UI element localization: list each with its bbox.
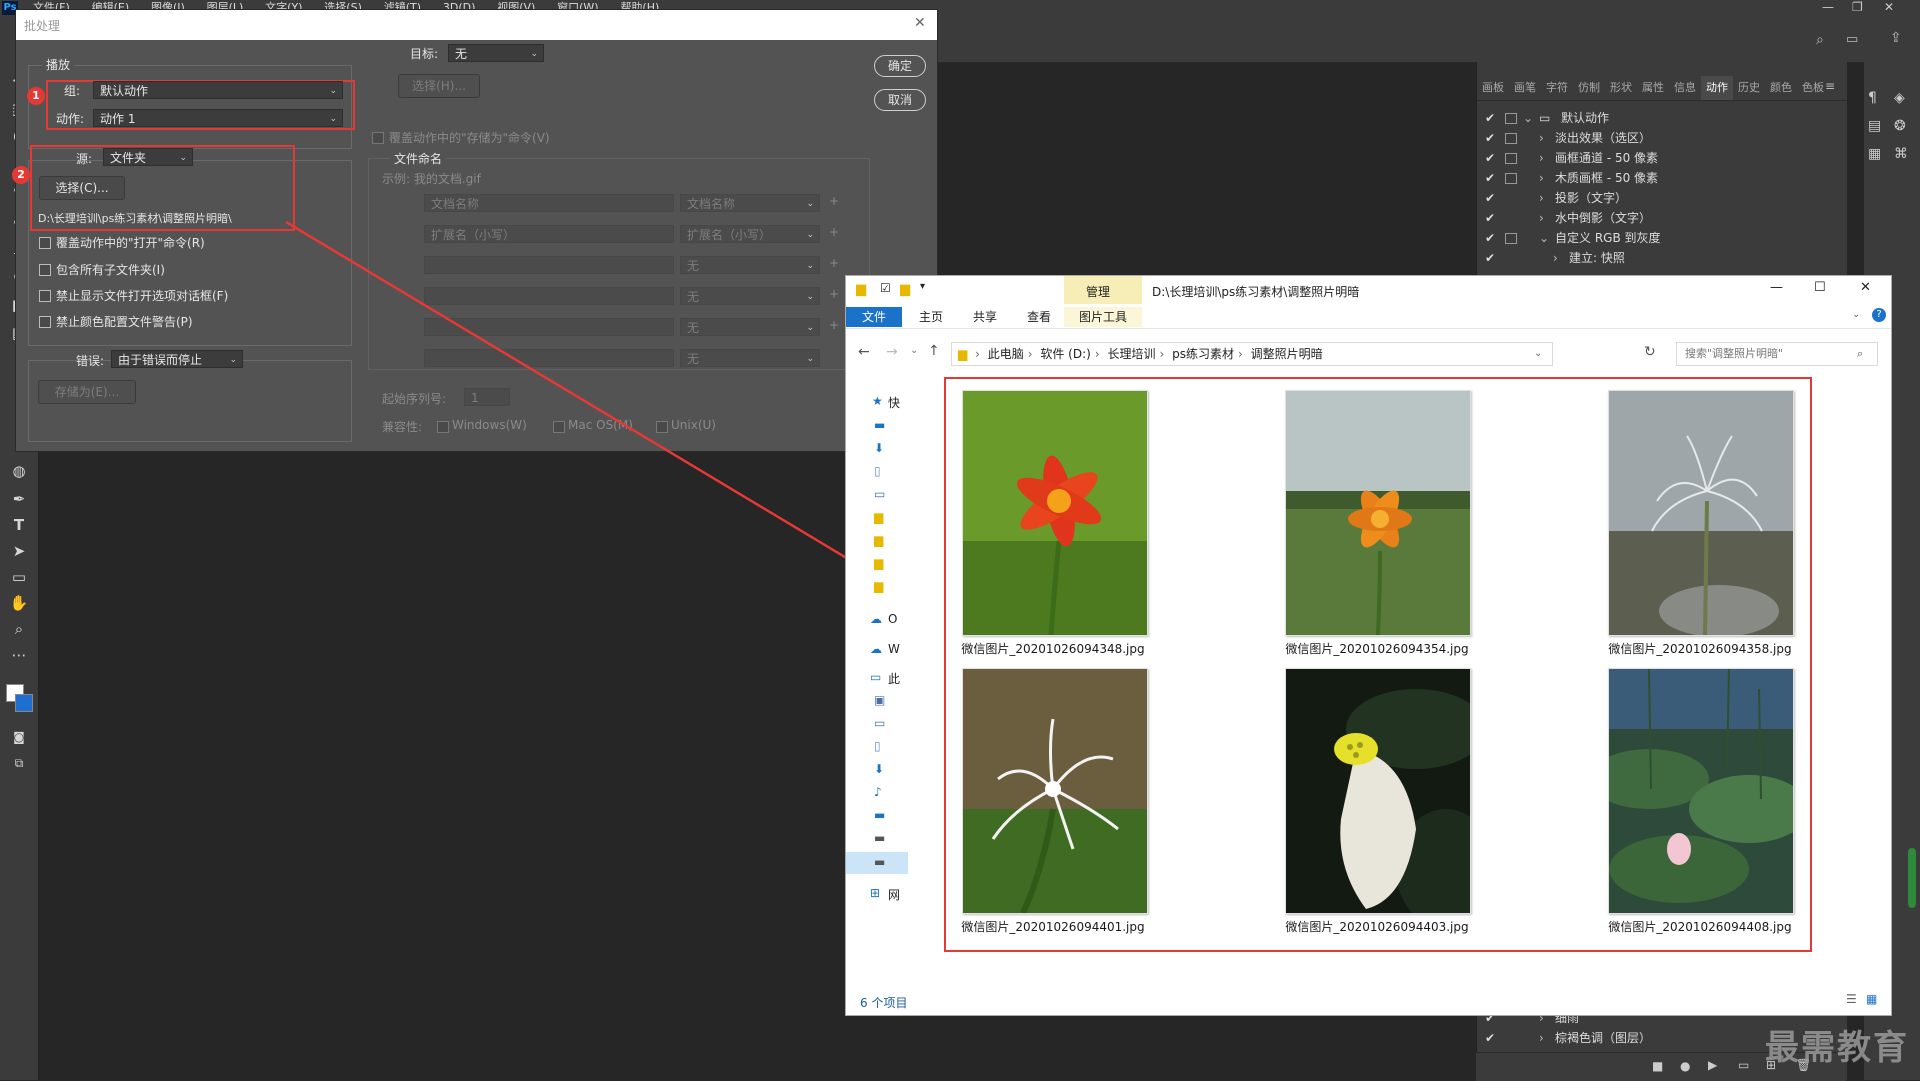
file-name-1[interactable]: 微信图片_20201026094348.jpg [928,640,1178,657]
desktop-icon[interactable]: ▬ [874,418,894,434]
file-name-2[interactable]: 微信图片_20201026094354.jpg [1252,640,1502,657]
address-row: ← → ⌄ ↑ ▆ › 此电脑 › 软件 (D:) › 长理培训 › ps练习素材 › … [846,336,1891,366]
document-icon[interactable]: ▯ [874,739,894,755]
breadcrumb-current[interactable]: 调整照片明暗 [1251,347,1323,361]
search-icon: ⌕ [1857,347,1864,360]
breadcrumb-this-pc[interactable]: 此电脑 [988,347,1024,361]
pictures-icon[interactable]: ▭ [874,716,894,732]
refresh-icon[interactable]: ↻ [1644,344,1656,360]
download-icon[interactable]: ⬇ [874,762,894,778]
folder-icon[interactable]: ▆ [874,579,894,595]
explorer-window: ▆ ☑ ▆ ▾ 管理 D:\长理培训\ps练习素材\调整照片明暗 — ☐ ✕ 文… [845,275,1892,1016]
folder-icon: ▆ [958,347,968,361]
desktop-icon[interactable]: ▬ [874,808,894,824]
thumbnail-3[interactable] [1608,390,1794,636]
folder-icon[interactable]: ▆ [874,510,894,526]
file-name-4[interactable]: 微信图片_20201026094401.jpg [928,918,1178,935]
explorer-titlebar: ▆ ☑ ▆ ▾ 管理 D:\长理培训\ps练习素材\调整照片明暗 — ☐ ✕ [846,276,1891,304]
ribbon-expand-icon[interactable]: ⌄ [1852,309,1860,320]
forward-arrow-icon[interactable]: → [886,344,898,360]
thumbnail-2[interactable] [1285,390,1471,636]
breadcrumb-separator-icon: › [975,347,980,361]
up-arrow-icon[interactable]: ↑ [928,343,940,359]
tab-picture-tools[interactable]: 图片工具 [1064,307,1142,327]
thumbnail-6[interactable] [1608,668,1794,914]
this-pc-icon[interactable]: ▭ [870,670,890,686]
file-name-6[interactable]: 微信图片_20201026094408.jpg [1575,918,1825,935]
breadcrumb-folder-1[interactable]: 长理培训 [1107,347,1155,361]
file-name-3[interactable]: 微信图片_20201026094358.jpg [1575,640,1825,657]
tab-share[interactable]: 共享 [960,307,1010,327]
orange-lily-image [963,391,1147,635]
tab-file[interactable]: 文件 [846,307,902,327]
details-view-icon[interactable]: ☰ [1846,992,1857,1006]
explorer-ribbon: 文件 主页 共享 查看 图片工具 ⌄ ? [846,304,1891,329]
nav-this-pc[interactable]: 此 [888,670,908,686]
wps-cloud-icon[interactable]: ☁ [870,642,890,658]
explorer-title: D:\长理培训\ps练习素材\调整照片明暗 [1152,285,1360,299]
item-count-status: 6 个项目 [860,996,908,1010]
manage-tab-label: 管理 [1086,285,1111,299]
quick-access-dropdown-icon[interactable]: ▾ [920,281,925,292]
lotus-seedpod-image [1286,669,1470,913]
properties-icon[interactable]: ☑ [880,281,891,295]
orange-daylily-image [1286,391,1470,635]
thumbnail-4[interactable] [962,668,1148,914]
new-folder-icon[interactable]: ▆ [900,282,910,297]
address-dropdown-icon[interactable]: ⌄ [1534,343,1542,365]
onedrive-icon[interactable]: ☁ [870,612,890,628]
lotus-leaves-image [1609,669,1793,913]
navigation-pane: ★ 快 ▬ ⬇ ▯ ▭ ▆ ▆ ▆ ▆ ☁ O ☁ W ▭ 此 ▣ ▭ ▯ ⬇ ♪ ▬ … [846,386,908,986]
spider-lily-sky-image [1609,391,1793,635]
back-arrow-icon[interactable]: ← [858,344,870,360]
nav-onedrive[interactable]: O [888,612,908,628]
white-spider-lily-image [963,669,1147,913]
drive-icon[interactable]: ▬ [874,831,894,847]
tab-view[interactable]: 查看 [1014,307,1064,327]
network-icon[interactable]: ⊞ [870,886,890,902]
drive-icon[interactable]: ▬ [874,855,894,871]
file-name-5[interactable]: 微信图片_20201026094403.jpg [1252,918,1502,935]
breadcrumb-drive[interactable]: 软件 (D:) [1040,347,1090,361]
folder-icon[interactable]: ▆ [874,533,894,549]
document-icon[interactable]: ▯ [874,464,894,480]
maximize-button[interactable]: ☐ [1814,280,1826,295]
thumbnails-view-icon[interactable]: ▦ [1866,992,1877,1006]
close-button[interactable]: ✕ [1860,280,1871,295]
thumbnail-1[interactable] [962,390,1148,636]
address-bar[interactable]: ▆ › 此电脑 › 软件 (D:) › 长理培训 › ps练习素材 › 调整照片明暗 ⌄ [951,342,1553,366]
watermark: 最需教育 [1765,1028,1909,1068]
nav-quick-access[interactable]: 快 [888,394,908,410]
folder-icon: ▆ [856,282,866,297]
music-icon[interactable]: ♪ [874,785,894,801]
download-icon[interactable]: ⬇ [874,441,894,457]
nav-network[interactable]: 网 [888,886,908,902]
video-icon[interactable]: ▣ [874,693,894,709]
tab-home[interactable]: 主页 [906,307,956,327]
folder-icon[interactable]: ▆ [874,556,894,572]
help-icon[interactable]: ? [1872,308,1886,322]
minimize-button[interactable]: — [1770,280,1783,295]
search-placeholder: 搜索"调整照片明暗" [1685,347,1784,360]
nav-wps-cloud[interactable]: W [888,642,908,658]
recent-dropdown-icon[interactable]: ⌄ [910,345,918,356]
thumbnail-5[interactable] [1285,668,1471,914]
breadcrumb-folder-2[interactable]: ps练习素材 [1172,347,1234,361]
search-input[interactable]: 搜索"调整照片明暗" ⌕ [1676,342,1878,366]
pictures-icon[interactable]: ▭ [874,487,894,503]
